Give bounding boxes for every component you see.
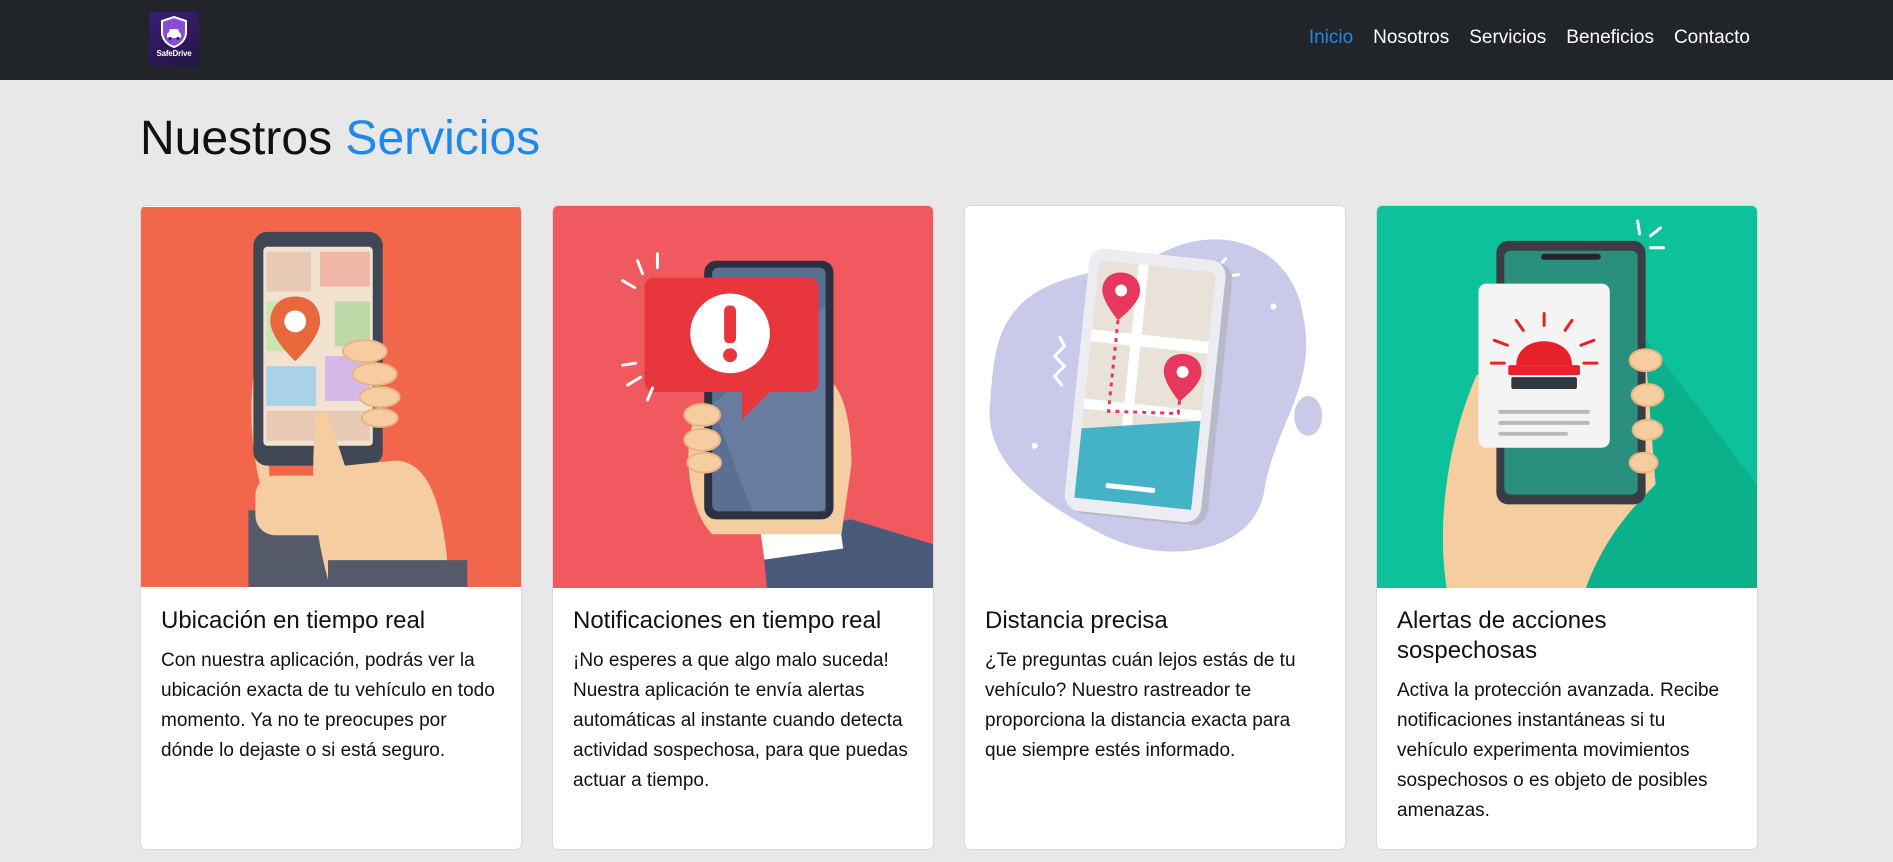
section-title-accent: Servicios <box>345 112 541 165</box>
navbar: SafeDrive Inicio Nosotros Servicios Bene… <box>0 0 1893 80</box>
shield-car-icon <box>161 15 187 49</box>
card-text: Con nuestra aplicación, podrás ver la ub… <box>161 650 495 761</box>
nav-link-contacto[interactable]: Contacto <box>1664 26 1760 50</box>
phone-alert-notification-illustration <box>553 206 933 588</box>
card-text: ¡No esperes a que algo malo suceda! Nues… <box>573 650 908 791</box>
card-text: Activa la protección avanzada. Recibe no… <box>1397 680 1720 821</box>
service-card-distancia: Distancia precisa ¿Te preguntas cuán lej… <box>964 205 1346 850</box>
brand-logo[interactable]: SafeDrive <box>149 12 199 66</box>
nav-links: Inicio Nosotros Servicios Beneficios Con… <box>1299 26 1760 50</box>
nav-link-beneficios[interactable]: Beneficios <box>1556 26 1664 50</box>
nav-link-inicio[interactable]: Inicio <box>1299 26 1363 50</box>
card-text: ¿Te preguntas cuán lejos estás de tu veh… <box>985 650 1296 761</box>
service-card-notificaciones: Notificaciones en tiempo real ¡No espere… <box>552 205 934 850</box>
phone-route-map-illustration <box>965 207 1345 587</box>
section-title: Nuestros Servicios <box>140 110 540 168</box>
card-title: Ubicación en tiempo real <box>161 607 426 634</box>
service-card-ubicacion: Ubicación en tiempo real Con nuestra apl… <box>140 205 522 850</box>
phone-siren-alert-illustration <box>1377 206 1757 588</box>
card-title: Notificaciones en tiempo real <box>573 607 882 634</box>
nav-link-nosotros[interactable]: Nosotros <box>1363 26 1459 50</box>
brand-logo-text: SafeDrive <box>156 49 192 58</box>
card-title: Alertas de acciones sospechosas <box>1397 607 1607 664</box>
service-card-alertas: Alertas de acciones sospechosas Activa l… <box>1376 205 1758 850</box>
nav-link-servicios[interactable]: Servicios <box>1459 26 1556 50</box>
hand-phone-map-pin-illustration <box>141 207 521 587</box>
section-title-plain: Nuestros <box>140 112 333 165</box>
card-title: Distancia precisa <box>985 607 1168 634</box>
